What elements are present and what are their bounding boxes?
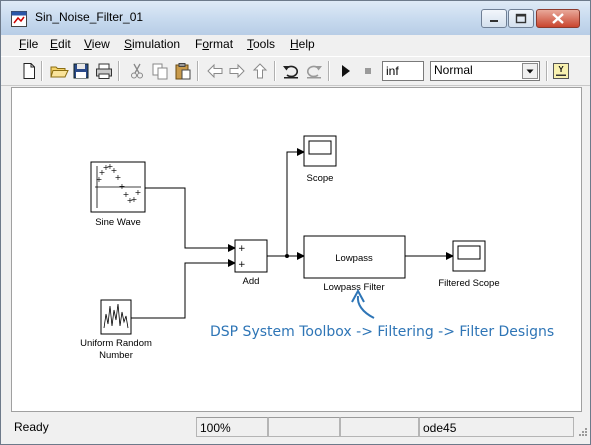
status-panel-empty — [268, 417, 340, 437]
play-icon[interactable] — [335, 61, 355, 81]
print-icon[interactable] — [94, 61, 114, 81]
back-icon[interactable] — [205, 61, 225, 81]
lowpass-filter-label: Lowpass Filter — [323, 282, 384, 293]
scope-label: Scope — [307, 173, 334, 184]
title-bar[interactable]: Sin_Noise_Filter_01 — [1, 1, 590, 35]
uniform-random-label-line2: Number — [99, 350, 133, 361]
menu-format-mnemonic: o — [202, 37, 210, 51]
uniform-random-label-line1: Uniform Random — [80, 338, 152, 349]
add-block[interactable]: + + — [234, 239, 268, 273]
svg-text:+: + — [135, 188, 142, 197]
window-title: Sin_Noise_Filter_01 — [35, 10, 144, 24]
lowpass-filter-block[interactable]: Lowpass — [303, 235, 406, 279]
branch-point — [285, 254, 289, 258]
toolbar: Normal Y — [1, 56, 590, 86]
toolbar-separator — [274, 61, 276, 81]
signal-uniform-to-add — [131, 259, 236, 319]
menu-format-label: Format — [195, 37, 234, 51]
new-icon[interactable] — [19, 61, 39, 81]
filtered-scope-block[interactable] — [452, 240, 486, 272]
menu-file-label: ile — [26, 37, 39, 51]
sine-wave-label: Sine Wave — [95, 217, 141, 228]
resize-grip-icon[interactable] — [576, 427, 588, 439]
status-ready: Ready — [11, 417, 196, 437]
menu-edit-mnemonic: E — [50, 37, 59, 51]
open-icon[interactable] — [49, 61, 69, 81]
status-panel-empty — [340, 417, 419, 437]
status-zoom: 100% — [196, 417, 268, 437]
sine-wave-block[interactable]: ++++ ++++ +++ — [90, 161, 146, 213]
menu-help-label: elp — [298, 37, 315, 51]
toolbar-separator — [546, 61, 548, 81]
menu-view-label: iew — [91, 37, 110, 51]
toolbar-separator — [197, 61, 199, 81]
copy-icon[interactable] — [150, 61, 170, 81]
svg-text:Y: Y — [558, 65, 564, 74]
simulation-mode-select[interactable]: Normal — [430, 61, 540, 81]
menu-view[interactable]: View — [80, 37, 114, 51]
menu-view-mnemonic: V — [84, 37, 92, 51]
menu-format[interactable]: Format — [191, 37, 237, 51]
stop-icon[interactable] — [358, 61, 378, 81]
dropdown-arrow-icon[interactable] — [522, 63, 538, 79]
cut-icon[interactable] — [127, 61, 147, 81]
annotation-text: DSP System Toolbox -> Filtering -> Filte… — [210, 324, 555, 340]
menu-simulation-mnemonic: S — [124, 37, 133, 51]
simulink-window: Sin_Noise_Filter_01 File Edit View Simul… — [0, 0, 591, 445]
block-diagram: ++++ ++++ +++ Sine Wave Uniform Random N… — [80, 135, 500, 361]
filtered-scope-label: Filtered Scope — [438, 278, 499, 289]
annotation-arrow — [356, 295, 375, 319]
add-label: Add — [243, 276, 260, 287]
menu-tools[interactable]: Tools — [243, 37, 279, 51]
menu-simulation[interactable]: Simulation — [120, 37, 184, 51]
maximize-button[interactable] — [508, 9, 534, 28]
uniform-random-block[interactable] — [100, 299, 132, 335]
add-port-plus-2: + — [238, 260, 246, 270]
menu-tools-label: ools — [253, 37, 276, 51]
redo-icon[interactable] — [304, 61, 324, 81]
model-canvas[interactable]: + + + + + + + + + + + Sine Wave Uniform Random N… — [11, 87, 582, 412]
close-icon — [552, 13, 564, 24]
add-port-plus-1: + — [238, 244, 246, 254]
maximize-icon — [515, 13, 527, 24]
paste-icon[interactable] — [173, 61, 193, 81]
menu-help[interactable]: Help — [286, 37, 319, 51]
close-button[interactable] — [536, 9, 580, 28]
toolbar-separator — [328, 61, 330, 81]
menu-edit-label: dit — [58, 37, 71, 51]
undo-icon[interactable] — [281, 61, 301, 81]
signal-branch-to-scope — [286, 148, 305, 256]
scope-block[interactable] — [303, 135, 337, 167]
minimize-button[interactable] — [481, 9, 507, 28]
svg-text:+: + — [115, 173, 122, 182]
library-icon[interactable]: Y — [551, 61, 571, 81]
menu-bar: File Edit View Simulation Format Tools H… — [1, 35, 590, 55]
status-solver: ode45 — [419, 417, 574, 437]
menu-edit[interactable]: Edit — [46, 37, 75, 51]
up-icon[interactable] — [250, 61, 270, 81]
lowpass-block-text: Lowpass — [335, 253, 373, 264]
save-icon[interactable] — [71, 61, 91, 81]
simulation-mode-value: Normal — [434, 63, 473, 77]
toolbar-separator — [41, 61, 43, 81]
menu-help-mnemonic: H — [290, 37, 299, 51]
toolbar-separator — [118, 61, 120, 81]
stop-time-input[interactable] — [382, 61, 424, 81]
model-icon — [11, 11, 27, 27]
menu-simulation-label: imulation — [132, 37, 181, 51]
signal-lines — [131, 148, 454, 319]
forward-icon[interactable] — [227, 61, 247, 81]
minimize-icon — [490, 20, 498, 22]
menu-file[interactable]: File — [15, 37, 42, 51]
status-bar: Ready 100% ode45 — [1, 415, 590, 444]
signal-sine-to-add — [145, 187, 236, 252]
